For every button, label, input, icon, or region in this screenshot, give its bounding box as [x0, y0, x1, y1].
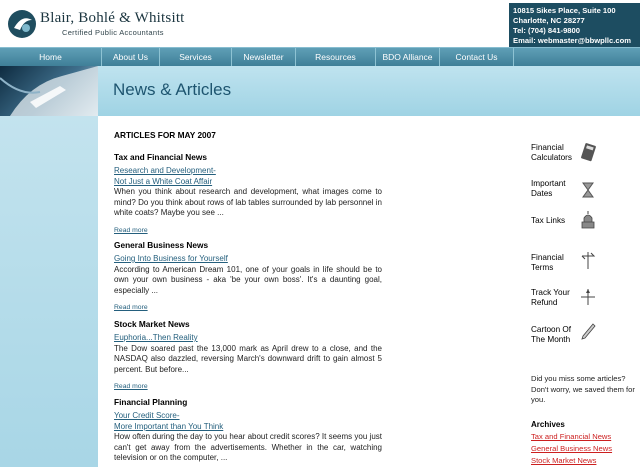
- tool-label: Cartoon Of: [531, 325, 572, 334]
- tool-label: Tax Links: [531, 216, 566, 225]
- archive-link-general-business[interactable]: General Business News: [531, 444, 612, 453]
- article-title-link[interactable]: Euphoria...Then Reality: [114, 333, 382, 344]
- right-sidebar: Financial Calculators Important Dates Ta…: [513, 116, 640, 467]
- compass-icon: [581, 289, 595, 305]
- article-general-business: General Business News Going Into Busines…: [114, 240, 382, 314]
- nav-contact-us[interactable]: Contact Us: [440, 48, 514, 66]
- nav-about-us[interactable]: About Us: [102, 48, 160, 66]
- tool-label: Calculators: [531, 152, 572, 162]
- read-more-link[interactable]: Read more: [114, 227, 148, 234]
- page-banner: News & Articles: [0, 66, 640, 116]
- nav-resources[interactable]: Resources: [296, 48, 376, 66]
- nav-home[interactable]: Home: [0, 48, 102, 66]
- article-title-link[interactable]: Not Just a White Coat Affair: [114, 177, 382, 188]
- site-header: Blair, Bohlé & Whitsitt Certified Public…: [0, 0, 640, 47]
- site-logo[interactable]: Blair, Bohlé & Whitsitt Certified Public…: [6, 8, 206, 42]
- contact-city: Charlotte, NC 28277: [513, 16, 585, 25]
- tool-label: Financial: [531, 253, 564, 262]
- banner-photo: [0, 66, 98, 116]
- tool-financial-terms[interactable]: Financial Terms: [531, 253, 564, 272]
- archives-heading: Archives: [531, 420, 565, 429]
- article-title-link[interactable]: More Important than You Think: [114, 422, 382, 433]
- logo-mark-icon: [8, 10, 36, 38]
- article-title-link[interactable]: Going Into Business for Yourself: [114, 254, 382, 265]
- contact-email[interactable]: Email: webmaster@bbwpllc.com: [513, 36, 640, 46]
- article-section-title: Tax and Financial News: [114, 152, 207, 162]
- tool-cartoon-of-month[interactable]: Cartoon Of The Month: [531, 325, 571, 344]
- pen-icon: [581, 323, 596, 340]
- article-section-title: General Business News: [114, 240, 209, 250]
- article-title-link[interactable]: Research and Development-: [114, 166, 382, 177]
- tool-label: Dates: [531, 188, 553, 198]
- archive-link-stock-market[interactable]: Stock Market News: [531, 456, 596, 465]
- weathervane-icon: [581, 252, 596, 269]
- nav-bdo-alliance[interactable]: BDO Alliance: [376, 48, 440, 66]
- article-stock-market: Stock Market News Euphoria...Then Realit…: [114, 319, 382, 393]
- tool-label: Financial: [531, 143, 564, 152]
- nav-services[interactable]: Services: [160, 48, 232, 66]
- contact-phone: Tel: (704) 841-9800: [513, 26, 580, 35]
- tool-label: Track Your: [531, 288, 570, 297]
- article-excerpt: When you think about research and develo…: [114, 187, 382, 217]
- calculator-icon: [581, 143, 596, 162]
- article-title-link[interactable]: Your Credit Score-: [114, 411, 382, 422]
- read-more-link[interactable]: Read more: [114, 304, 148, 311]
- tool-label: Terms: [531, 262, 554, 272]
- article-tax-financial: Tax and Financial News Research and Deve…: [114, 152, 382, 237]
- article-section-title: Stock Market News: [114, 319, 190, 329]
- contact-box: 10815 Sikes Place, Suite 100 Charlotte, …: [509, 3, 640, 47]
- tool-label: Important: [531, 179, 566, 188]
- missed-articles-text: Did you miss some articles? Don't worry,…: [531, 374, 635, 404]
- tool-financial-calculators[interactable]: Financial Calculators: [531, 143, 572, 162]
- tool-track-refund[interactable]: Track Your Refund: [531, 288, 570, 307]
- archive-link-tax-financial[interactable]: Tax and Financial News: [531, 432, 611, 441]
- logo-name: Blair, Bohlé & Whitsitt: [40, 10, 185, 26]
- article-section-title: Financial Planning: [114, 397, 188, 407]
- nav-newsletter[interactable]: Newsletter: [232, 48, 296, 66]
- left-decorative-panel: [0, 116, 98, 467]
- article-financial-planning: Financial Planning Your Credit Score- Mo…: [114, 397, 382, 464]
- read-more-link[interactable]: Read more: [114, 383, 148, 390]
- articles-heading: ARTICLES FOR MAY 2007: [114, 130, 216, 140]
- tool-important-dates[interactable]: Important Dates: [531, 179, 566, 198]
- article-excerpt: How often during the day to you hear abo…: [114, 432, 382, 462]
- article-excerpt: The Dow soared past the 13,000 mark as A…: [114, 343, 382, 374]
- tool-label: Refund: [531, 297, 558, 307]
- page-title: News & Articles: [113, 80, 232, 99]
- article-excerpt: According to American Dream 101, one of …: [114, 264, 382, 295]
- main-nav: Home About Us Services Newsletter Resour…: [0, 47, 640, 66]
- logo-tagline: Certified Public Accountants: [62, 28, 164, 37]
- tool-tax-links[interactable]: Tax Links: [531, 216, 565, 226]
- tool-label: The Month: [531, 334, 571, 344]
- contact-address: 10815 Sikes Place, Suite 100: [513, 6, 616, 15]
- capitol-icon: [581, 211, 595, 229]
- articles-content: ARTICLES FOR MAY 2007 Tax and Financial …: [98, 116, 513, 467]
- hourglass-icon: [582, 182, 594, 198]
